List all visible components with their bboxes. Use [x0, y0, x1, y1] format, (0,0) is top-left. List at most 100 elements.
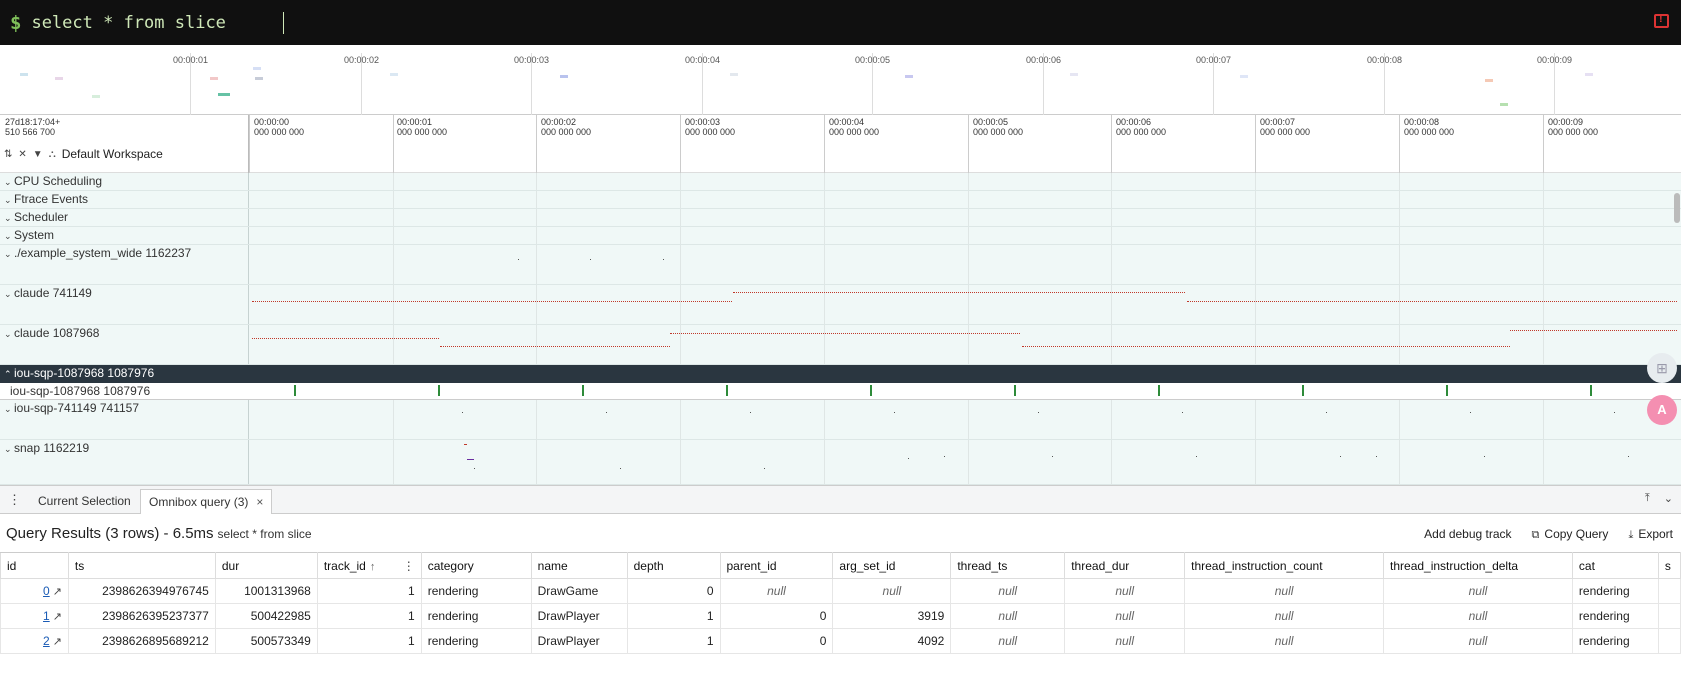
column-header-s[interactable]: s [1657, 552, 1681, 579]
track-claude-741149[interactable]: ⌄ claude 741149 [0, 285, 1681, 325]
slice-dot[interactable] [750, 412, 751, 413]
workspace-name[interactable]: Default Workspace [62, 147, 163, 161]
jump-to-slice-icon[interactable]: ↗ [53, 636, 62, 648]
column-header-arg-set-id[interactable]: arg_set_id [832, 552, 952, 579]
slice-marker[interactable] [1302, 385, 1304, 396]
slice-dot[interactable] [1470, 412, 1471, 413]
column-header-thread-instruction-count[interactable]: thread_instruction_count [1184, 552, 1385, 579]
column-header-parent-id[interactable]: parent_id [719, 552, 834, 579]
omnibox[interactable]: $ select * from slice [0, 0, 1681, 45]
slice-run[interactable] [440, 346, 670, 347]
slice-marker[interactable] [582, 385, 584, 396]
column-header-thread-instruction-delta[interactable]: thread_instruction_delta [1383, 552, 1573, 579]
track-title[interactable]: ⌄ ./example_system_wide 1162237 [4, 246, 191, 260]
slice-dot[interactable] [908, 458, 909, 459]
slice-dot[interactable] [518, 259, 519, 260]
cell-id[interactable]: 1 ↗ [0, 603, 69, 629]
track-scheduler[interactable]: ⌄ Scheduler [0, 209, 1681, 227]
track-title[interactable]: ⌄ System [4, 228, 54, 242]
slice-run[interactable] [1510, 330, 1677, 331]
slice-marker[interactable] [1590, 385, 1592, 396]
slice-run[interactable] [252, 338, 439, 339]
overview-timeline[interactable]: 00:00:01 00:00:02 00:00:03 00:00:04 00:0… [0, 45, 1681, 115]
chevron-down-icon[interactable]: ⌄ [4, 444, 14, 455]
cell-id[interactable]: 0 ↗ [0, 578, 69, 604]
close-icon[interactable]: × [256, 495, 263, 509]
chevron-down-icon[interactable]: ⌄ [4, 404, 14, 415]
add-debug-track-button[interactable]: Add debug track [1424, 527, 1511, 542]
slice-dot[interactable] [894, 412, 895, 413]
slice-dot[interactable] [1182, 412, 1183, 413]
track-title[interactable]: ⌃ iou-sqp-1087968 1087976 [4, 366, 154, 380]
chevron-down-icon[interactable]: ⌄ [4, 177, 14, 188]
slice-dot[interactable] [764, 468, 765, 469]
track-title[interactable]: ⌄ claude 741149 [4, 286, 92, 300]
track-system[interactable]: ⌄ System [0, 227, 1681, 245]
copy-query-button[interactable]: ⧉ Copy Query [1532, 527, 1609, 542]
chevron-up-icon[interactable]: ⌃ [4, 369, 14, 380]
slice-run[interactable] [1187, 301, 1677, 302]
slice-marker[interactable] [870, 385, 872, 396]
track-title[interactable]: ⌄ Scheduler [4, 210, 68, 224]
row-id-link[interactable]: 2 [43, 634, 50, 648]
track-panel[interactable]: ⌄ CPU Scheduling ⌄ Ftrace Events ⌄ Schedule… [0, 173, 1681, 485]
maximize-panel-icon[interactable]: ⤒ [1645, 492, 1650, 505]
slice-dot[interactable] [1196, 456, 1197, 457]
slice-run[interactable] [733, 292, 1185, 293]
tab-menu-icon[interactable]: ⋮ [8, 492, 21, 508]
chevron-down-icon[interactable]: ⌄ [4, 329, 14, 340]
slice-dot[interactable] [1052, 456, 1053, 457]
slice-dot[interactable] [462, 412, 463, 413]
slice-dot[interactable] [1340, 456, 1341, 457]
column-menu-icon[interactable]: ⋮ [403, 559, 415, 573]
track-iou-sqp-741149[interactable]: ⌄ iou-sqp-741149 741157 [0, 400, 1681, 440]
slice-dot[interactable] [590, 259, 591, 260]
filter-icon[interactable]: ▼ [33, 149, 43, 160]
slice-dot[interactable] [1614, 412, 1615, 413]
track-title[interactable]: ⌄ Ftrace Events [4, 192, 88, 206]
slice-dot[interactable] [1326, 412, 1327, 413]
slice-marker[interactable] [1158, 385, 1160, 396]
slice-dot[interactable] [620, 468, 621, 469]
cell-id[interactable]: 2 ↗ [0, 628, 69, 654]
slice-run[interactable] [670, 333, 1020, 334]
column-header-track-id[interactable]: track_id ↑ ⋮ [316, 552, 422, 579]
row-id-link[interactable]: 1 [43, 609, 50, 623]
slice-dot[interactable] [944, 456, 945, 457]
time-axis[interactable]: 27d18:17:04+ 510 566 700 ⇅ ✕ ▼ ⛬ Default… [0, 115, 1681, 173]
omnibox-input[interactable]: select * from slice [31, 13, 281, 33]
track-group-iou-sqp-1087968[interactable]: ⌃ iou-sqp-1087968 1087976 [0, 365, 1681, 383]
slice-dot[interactable] [467, 459, 474, 460]
row-id-link[interactable]: 0 [43, 584, 50, 598]
slice-dot[interactable] [464, 444, 467, 445]
export-button[interactable]: ⤓ Export [1628, 527, 1673, 542]
slice-marker[interactable] [294, 385, 296, 396]
track-title[interactable]: ⌄ claude 1087968 [4, 326, 99, 340]
track-scrollbar[interactable] [1674, 193, 1680, 223]
collapse-all-icon[interactable]: ⇅ [4, 149, 12, 160]
add-widget-icon[interactable]: ⊞ [1647, 353, 1677, 383]
track-snap-1162219[interactable]: ⌄ snap 1162219 [0, 440, 1681, 485]
slice-marker[interactable] [1014, 385, 1016, 396]
tab-current-selection[interactable]: Current Selection [30, 489, 139, 514]
jump-to-slice-icon[interactable]: ↗ [53, 611, 62, 623]
column-header-depth[interactable]: depth [626, 552, 721, 579]
slice-dot[interactable] [606, 412, 607, 413]
slice-dot[interactable] [1628, 456, 1629, 457]
track-cpu-scheduling[interactable]: ⌄ CPU Scheduling [0, 173, 1681, 191]
column-header-name[interactable]: name [530, 552, 628, 579]
slice-run[interactable] [252, 301, 732, 302]
slice-dot[interactable] [1038, 412, 1039, 413]
table-row[interactable]: 0 ↗ 2398626394976745 1001313968 1 renderi… [0, 578, 1681, 604]
chevron-down-icon[interactable]: ⌄ [4, 289, 14, 300]
slice-marker[interactable] [1446, 385, 1448, 396]
translate-icon[interactable]: A [1647, 395, 1677, 425]
column-header-ts[interactable]: ts [67, 552, 216, 579]
slice-dot[interactable] [1484, 456, 1485, 457]
table-row[interactable]: 1 ↗ 2398626395237377 500422985 1 renderin… [0, 603, 1681, 629]
column-header-dur[interactable]: dur [214, 552, 318, 579]
slice-dot[interactable] [474, 468, 475, 469]
chevron-down-icon[interactable]: ⌄ [4, 231, 14, 242]
table-row[interactable]: 2 ↗ 2398626895689212 500573349 1 renderin… [0, 628, 1681, 654]
unpin-icon[interactable]: ✕ [18, 149, 26, 160]
